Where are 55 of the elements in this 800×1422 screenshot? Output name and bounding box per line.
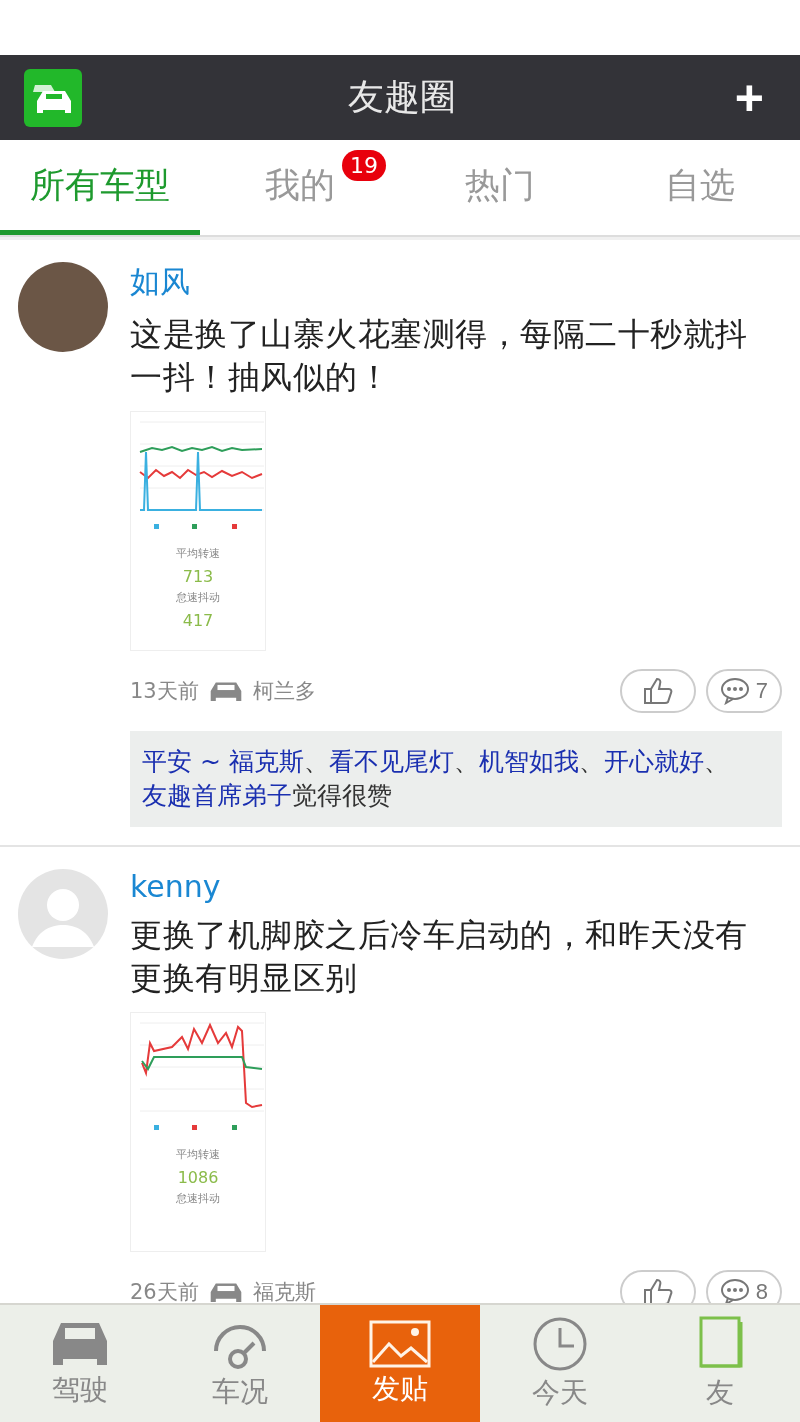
stat-label: 平均转速 <box>176 1147 220 1163</box>
likes-text: 平安 ~ 福克斯、看不见尾灯、机智如我、开心就好、 友趣首席弟子觉得很赞 <box>130 731 782 827</box>
app-logo[interactable] <box>24 68 82 127</box>
user-link[interactable]: 看不见尾灯 <box>328 747 454 777</box>
post-time: 26天前 <box>130 1279 199 1303</box>
stat-label: 怠速抖动 <box>176 1191 220 1207</box>
nav-tab[interactable]: 驾驶 <box>0 1305 160 1422</box>
tab[interactable]: 我的 19 <box>200 140 400 235</box>
count-badge: 19 <box>342 150 386 181</box>
avatar-silhouette-icon <box>18 868 108 959</box>
user-link[interactable]: 平安 ~ 福克斯 <box>142 747 304 777</box>
nav-tab[interactable]: 友 <box>640 1305 800 1422</box>
stat-value: 713 <box>182 567 214 587</box>
screenshot-thumbnail[interactable]: 平均转速 713 怠速抖动 417 <box>130 411 266 652</box>
stat-label: 平均转速 <box>176 546 220 562</box>
stat-value: 1086 <box>177 1168 219 1188</box>
tab[interactable]: 所有车型 <box>0 140 200 235</box>
thumbs-up-icon <box>642 1278 673 1303</box>
page-title: 友趣圈 <box>348 75 457 119</box>
legend-marker <box>154 524 159 530</box>
nav-tab[interactable]: 发贴 <box>320 1305 480 1422</box>
user-link[interactable]: 友趣首席弟子 <box>142 781 292 811</box>
car-icon <box>208 679 243 704</box>
post-time: 13天前 <box>130 678 199 706</box>
legend-marker <box>192 1125 197 1131</box>
stat-value: 417 <box>182 611 214 631</box>
username[interactable]: kenny <box>130 868 782 904</box>
thumbs-up-icon <box>642 677 673 706</box>
like-button[interactable] <box>619 669 696 714</box>
tab[interactable]: 自选 <box>600 140 800 235</box>
user-link[interactable]: 开心就好 <box>603 747 704 777</box>
clock-icon <box>532 1315 588 1372</box>
car-model: 福克斯 <box>252 1279 316 1303</box>
tab[interactable]: 热门 <box>400 140 600 235</box>
legend-marker <box>192 524 197 530</box>
user-link[interactable]: 机智如我 <box>478 747 579 777</box>
legend-marker <box>154 1125 159 1131</box>
comment-icon <box>719 1278 750 1303</box>
nav-tab[interactable]: 车况 <box>160 1305 320 1422</box>
post-text: 更换了机脚胶之后冷车启动的，和昨天没有更换有明显区别 <box>130 914 749 1000</box>
car-icon <box>208 1280 243 1303</box>
comment-button[interactable]: 8 <box>705 1270 782 1303</box>
legend-marker <box>232 1125 237 1131</box>
nav-tab[interactable]: 今天 <box>480 1305 640 1422</box>
post-text: 这是换了山寨火花塞测得，每隔二十秒就抖一抖！抽风似的！ <box>130 314 749 399</box>
comment-button[interactable]: 7 <box>705 669 782 714</box>
comment-icon <box>719 677 750 706</box>
username[interactable]: 如风 <box>130 262 782 303</box>
image-icon <box>369 1319 431 1368</box>
legend-marker <box>232 524 237 530</box>
like-button[interactable] <box>619 1270 696 1303</box>
add-button[interactable]: + <box>722 72 776 123</box>
stat-label: 怠速抖动 <box>176 590 220 606</box>
screenshot-thumbnail[interactable]: 平均转速 1086 怠速抖动 <box>130 1012 266 1253</box>
car-model: 柯兰多 <box>252 678 316 706</box>
